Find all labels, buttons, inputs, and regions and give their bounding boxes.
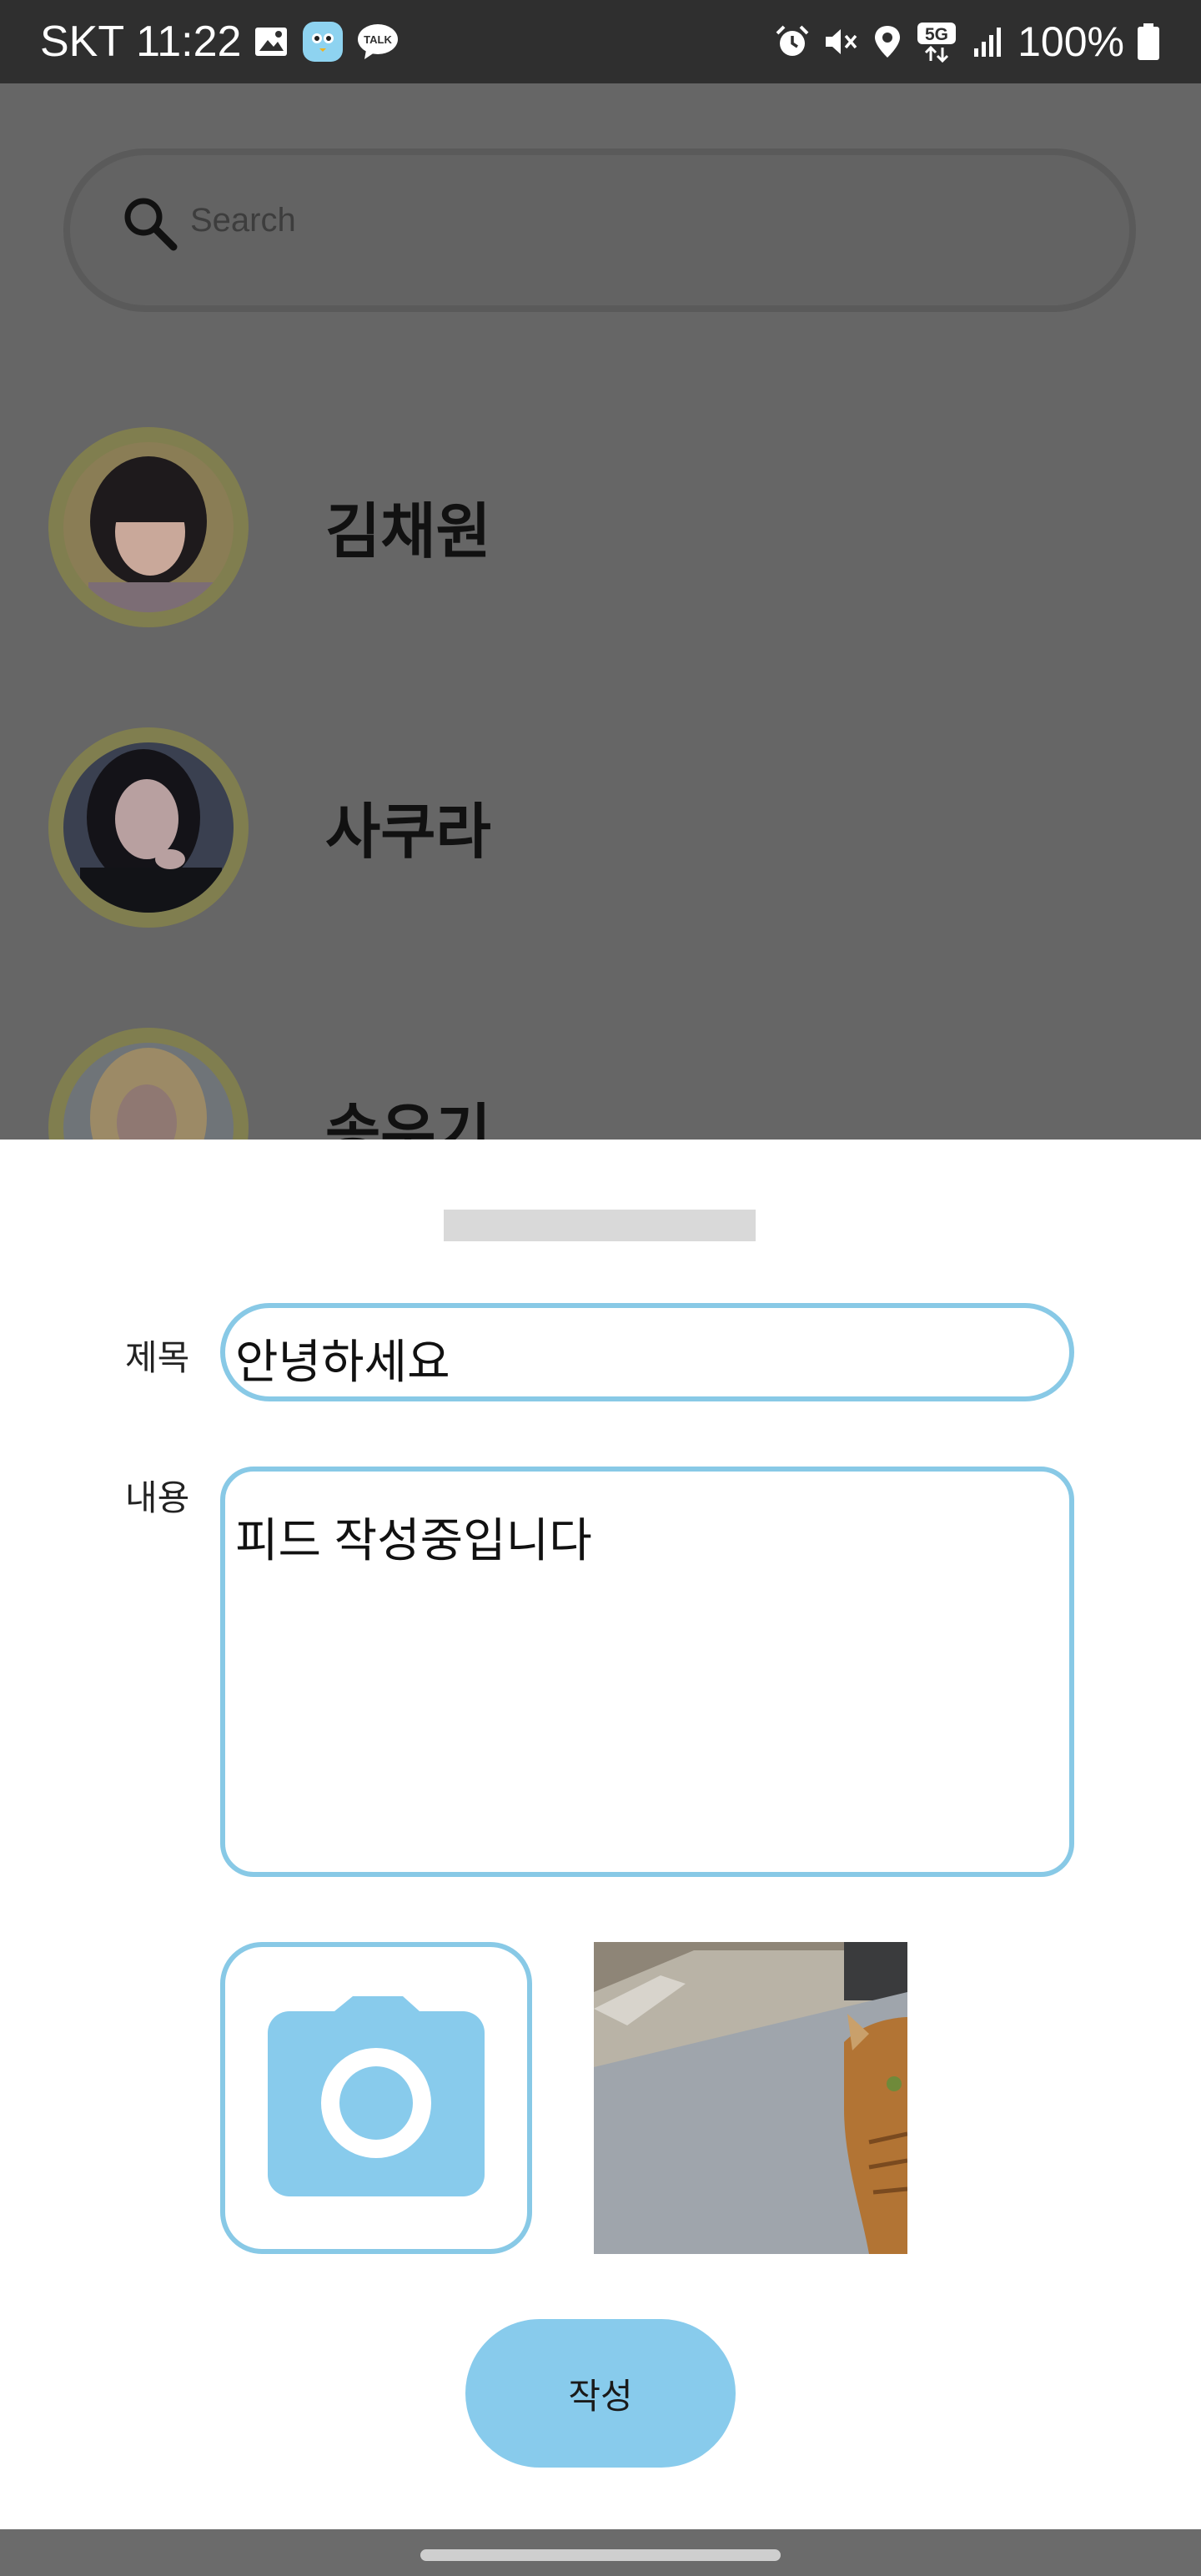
title-input-value: 안녕하세요 bbox=[235, 1336, 450, 1388]
network-5g-icon: 5G bbox=[916, 21, 957, 63]
friend-name: 송우기 bbox=[325, 1099, 491, 1140]
location-icon bbox=[871, 23, 904, 60]
content-label: 내용 bbox=[125, 1478, 190, 1517]
submit-button[interactable]: 작성 bbox=[465, 2319, 736, 2468]
friend-item[interactable]: 김채원 bbox=[48, 427, 1133, 627]
network-type-label: 5G bbox=[925, 25, 948, 44]
submit-button-label: 작성 bbox=[568, 2376, 633, 2416]
battery-percent: 100% bbox=[1018, 18, 1124, 65]
camera-icon bbox=[266, 1995, 486, 2201]
avatar bbox=[63, 742, 234, 913]
title-label: 제목 bbox=[125, 1338, 190, 1377]
kakaotalk-icon: TALK bbox=[356, 22, 399, 62]
friend-name: 사쿠라 bbox=[325, 799, 491, 866]
mute-icon bbox=[822, 23, 859, 60]
friend-item[interactable]: 사쿠라 bbox=[48, 727, 1133, 928]
kakaotalk-badge-text: TALK bbox=[364, 33, 393, 46]
add-photo-button[interactable] bbox=[220, 1942, 532, 2254]
carrier-label: SKT bbox=[40, 18, 125, 66]
image-icon bbox=[253, 23, 289, 60]
friend-list-screen: Search 김채원 사쿠라 송우기 bbox=[0, 83, 1201, 1140]
alarm-icon bbox=[774, 23, 811, 60]
friend-name: 김채원 bbox=[325, 499, 491, 566]
home-gesture-handle[interactable] bbox=[420, 2549, 781, 2561]
signal-icon bbox=[969, 23, 1006, 60]
search-placeholder: Search bbox=[190, 202, 296, 239]
avatar bbox=[63, 442, 234, 612]
status-bar: SKT 11:22 TALK 5G 100% bbox=[0, 0, 1201, 83]
content-input[interactable]: 피드 작성중입니다 bbox=[220, 1467, 1074, 1877]
write-feed-sheet: 제목 안녕하세요 내용 피드 작성중입니다 작성 bbox=[0, 1140, 1201, 2529]
kakao-app-icon bbox=[301, 20, 344, 63]
attached-photo-thumbnail[interactable] bbox=[594, 1942, 907, 2254]
friend-item[interactable]: 송우기 bbox=[48, 1028, 1133, 1140]
sheet-drag-handle[interactable] bbox=[444, 1210, 756, 1241]
title-input[interactable]: 안녕하세요 bbox=[220, 1303, 1074, 1401]
clock: 11:22 bbox=[136, 18, 242, 66]
search-icon bbox=[120, 194, 180, 257]
search-bar[interactable]: Search bbox=[63, 148, 1136, 312]
content-input-value: 피드 작성중입니다 bbox=[235, 1514, 592, 1567]
battery-icon bbox=[1136, 23, 1161, 61]
system-nav-bar bbox=[0, 2529, 1201, 2576]
